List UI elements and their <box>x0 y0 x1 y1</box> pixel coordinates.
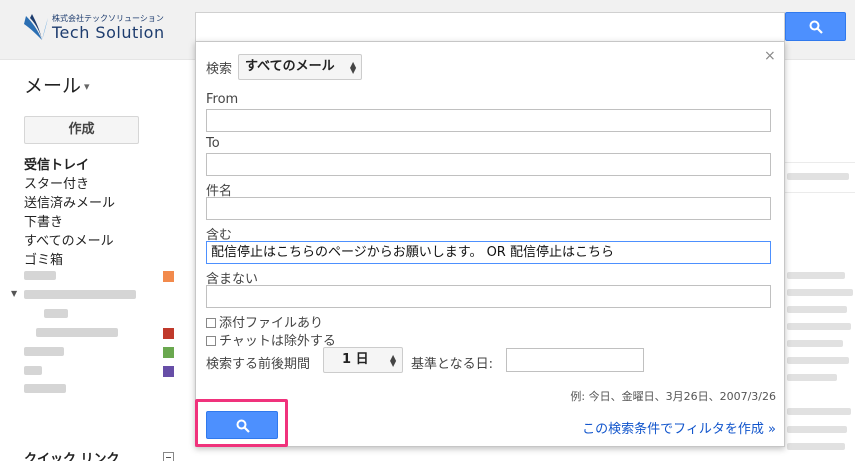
mail-row[interactable] <box>787 340 843 347</box>
from-label: From <box>206 92 239 107</box>
nav-item-trash[interactable]: ゴミ箱 <box>24 249 63 268</box>
blurred-label[interactable] <box>24 366 42 375</box>
base-date-field[interactable] <box>506 348 644 372</box>
to-field[interactable] <box>206 153 771 176</box>
close-icon[interactable]: × <box>764 48 776 64</box>
advanced-search-dialog: × 検索 すべてのメール ▲ ▼ From To 件名 含む 配信停止はこちらのペ… <box>195 41 785 447</box>
from-field[interactable] <box>206 109 771 132</box>
mail-row[interactable] <box>787 357 849 364</box>
brand-logo[interactable]: 株式会社テックソリューション Tech Solution <box>22 12 172 48</box>
label-color-swatch <box>163 271 174 282</box>
mail-row[interactable] <box>787 323 851 330</box>
quick-links-heading: クイック リンク <box>24 452 120 461</box>
to-label: To <box>206 136 220 151</box>
has-words-field[interactable]: 配信停止はこちらのページからお願いします。 OR 配信停止はこちら <box>206 241 771 264</box>
updown-arrows-icon: ▲ ▼ <box>350 60 357 75</box>
label-color-swatch <box>163 347 174 358</box>
mail-row[interactable] <box>787 289 853 296</box>
exclude-chats-label: チャットは除外する <box>219 334 336 349</box>
compose-button[interactable]: 作成 <box>24 116 139 144</box>
highlight-annotation <box>195 399 288 447</box>
blurred-label[interactable] <box>36 328 118 337</box>
search-scope-label: 検索 <box>206 62 233 77</box>
top-search-button[interactable] <box>785 12 846 41</box>
mail-row[interactable] <box>787 443 845 450</box>
blurred-label[interactable] <box>24 271 56 280</box>
nav-item-starred[interactable]: スター付き <box>24 173 89 192</box>
updown-arrows-icon: ▲ ▼ <box>390 353 397 368</box>
mail-menu-label: メール <box>24 75 82 97</box>
doesnt-have-field[interactable] <box>206 285 771 308</box>
date-within-value: 1 日 <box>342 352 369 367</box>
mail-row[interactable] <box>787 173 849 180</box>
date-within-label: 検索する前後期間 <box>206 357 311 372</box>
search-input[interactable] <box>195 12 785 41</box>
has-attachment-checkbox[interactable] <box>206 318 216 328</box>
brand-name: Tech Solution <box>52 23 165 42</box>
mail-row[interactable] <box>787 408 851 415</box>
nav-item-drafts[interactable]: 下書き <box>24 211 63 230</box>
label-color-swatch <box>163 366 174 377</box>
label-color-swatch <box>163 328 174 339</box>
search-icon <box>809 20 823 34</box>
has-attachment-option[interactable]: 添付ファイルあり <box>206 312 323 331</box>
mail-row-divider <box>785 192 855 193</box>
date-example-hint: 例: 今日、金曜日、3月26日、2007/3/26 <box>570 390 776 403</box>
blurred-label[interactable] <box>44 309 68 318</box>
collapse-icon[interactable] <box>163 452 174 461</box>
subject-field[interactable] <box>206 197 771 220</box>
mail-row[interactable] <box>787 272 845 279</box>
create-filter-link[interactable]: この検索条件でフィルタを作成 » <box>582 418 776 437</box>
mail-row[interactable] <box>787 426 847 433</box>
nav-item-all-mail[interactable]: すべてのメール <box>24 230 114 249</box>
expand-caret-icon[interactable]: ▼ <box>11 289 17 298</box>
mail-menu[interactable]: メール ▾ <box>24 71 90 98</box>
exclude-chats-checkbox[interactable] <box>206 336 216 346</box>
exclude-chats-option[interactable]: チャットは除外する <box>206 330 336 349</box>
caret-down-icon: ▾ <box>84 80 90 93</box>
base-date-label: 基準となる日: <box>411 357 493 372</box>
search-scope-value: すべてのメール <box>245 59 335 74</box>
date-within-select[interactable]: 1 日 ▲ ▼ <box>323 347 403 373</box>
nav-item-inbox[interactable]: 受信トレイ <box>24 154 89 173</box>
mail-row-divider <box>785 162 855 163</box>
blurred-label[interactable] <box>24 290 136 299</box>
brand-mark-icon <box>24 14 48 40</box>
blurred-label[interactable] <box>24 384 66 393</box>
mail-row[interactable] <box>787 306 847 313</box>
nav-item-sent[interactable]: 送信済みメール <box>24 192 115 211</box>
blurred-label[interactable] <box>24 347 64 356</box>
mail-row[interactable] <box>787 374 837 381</box>
search-scope-select[interactable]: すべてのメール ▲ ▼ <box>238 54 362 80</box>
has-attachment-label: 添付ファイルあり <box>219 316 324 331</box>
